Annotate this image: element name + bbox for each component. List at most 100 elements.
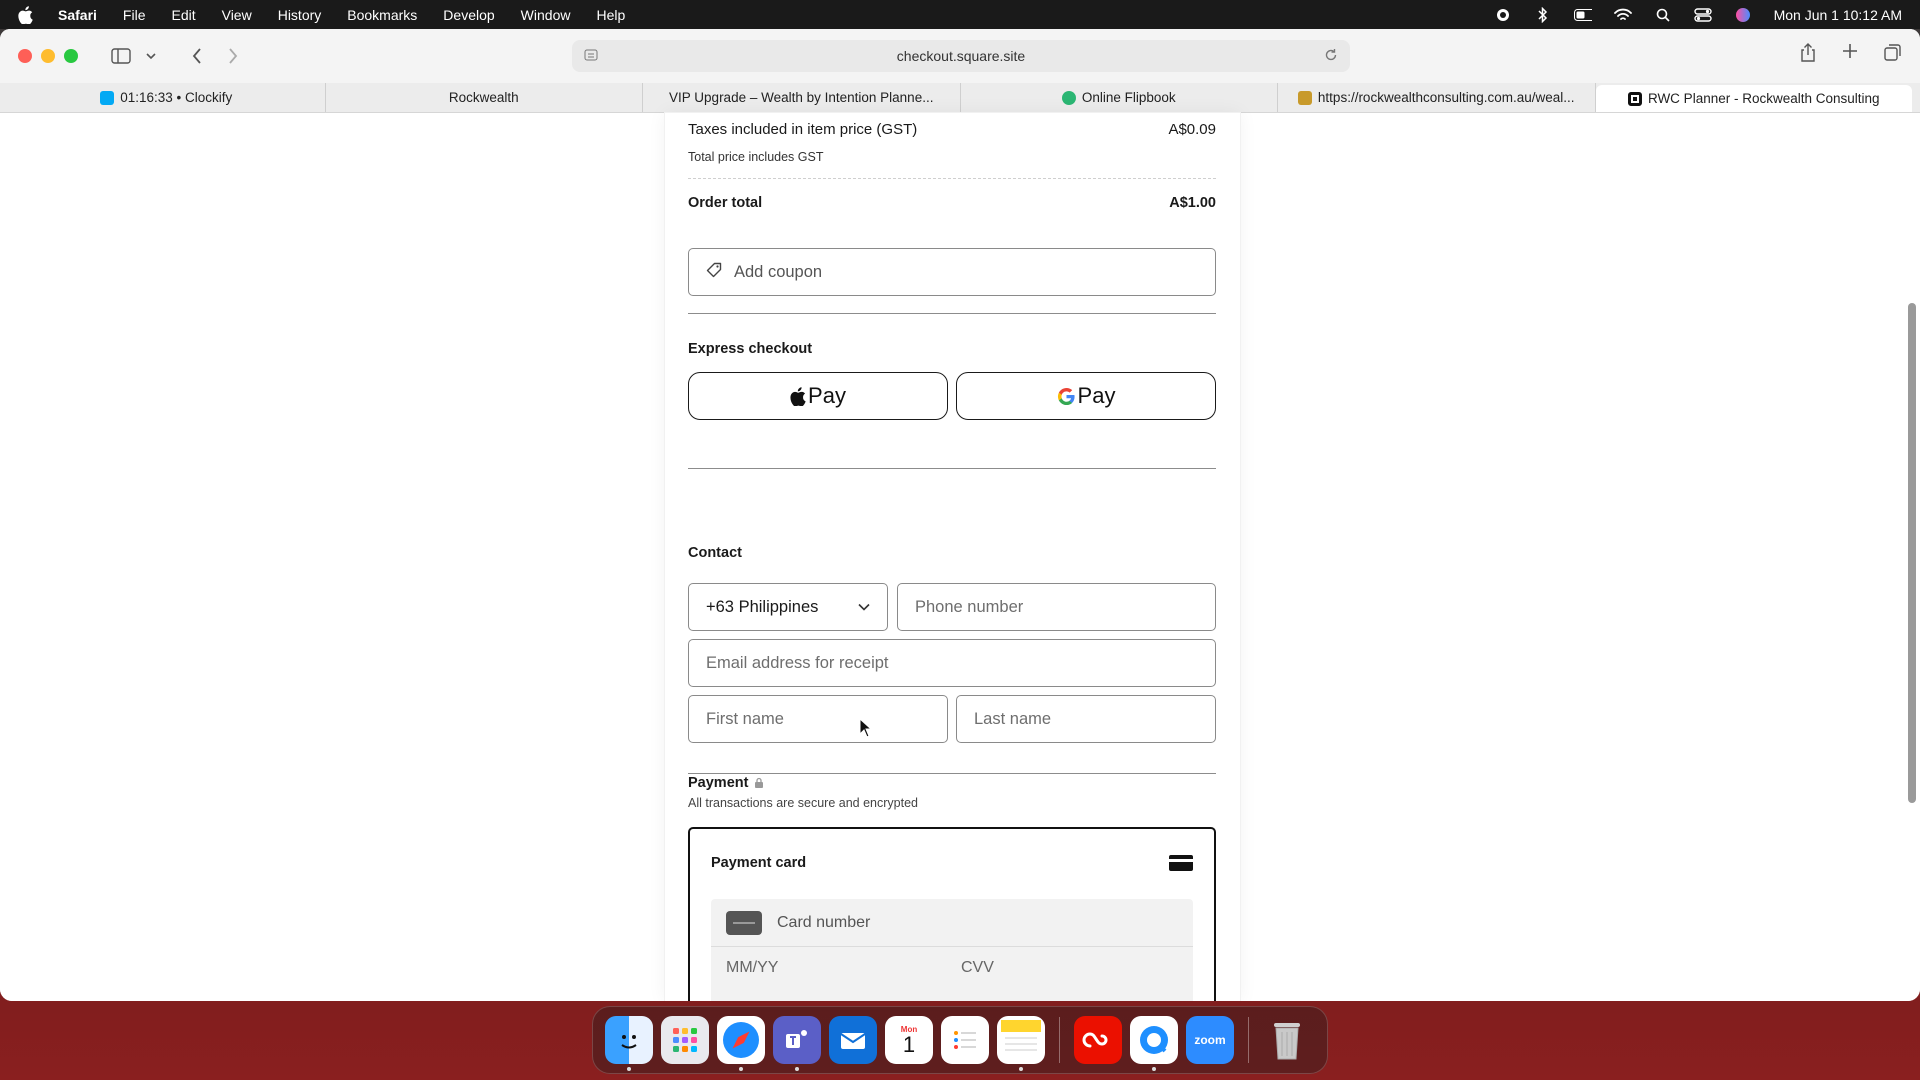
contact-title: Contact bbox=[688, 545, 742, 561]
credit-card-icon bbox=[1168, 853, 1194, 878]
clockify-favicon-icon bbox=[100, 90, 115, 105]
back-button[interactable] bbox=[182, 43, 212, 69]
sidebar-toggle-icon[interactable] bbox=[106, 43, 136, 69]
menu-clock[interactable]: Mon Jun 1 10:12 AM bbox=[1774, 7, 1902, 23]
expiry-input[interactable]: MM/YY bbox=[726, 959, 778, 977]
last-name-input[interactable]: Last name bbox=[956, 695, 1216, 743]
address-bar[interactable]: checkout.square.site bbox=[572, 40, 1350, 72]
apple-pay-button[interactable]: Pay bbox=[688, 372, 948, 420]
tab-rockwealth-url[interactable]: https://rockwealthconsulting.com.au/weal… bbox=[1278, 83, 1596, 112]
trash-icon[interactable] bbox=[1263, 1016, 1311, 1064]
google-logo-icon bbox=[1057, 387, 1076, 406]
reload-icon[interactable] bbox=[1324, 48, 1338, 65]
apple-menu-icon[interactable] bbox=[18, 5, 36, 24]
last-name-placeholder: Last name bbox=[974, 709, 1052, 728]
flipbook-favicon-icon bbox=[1061, 90, 1076, 105]
forward-button[interactable] bbox=[218, 43, 248, 69]
window-controls bbox=[18, 49, 78, 63]
zoom-label: zoom bbox=[1194, 1033, 1226, 1047]
page-settings-icon[interactable] bbox=[584, 48, 598, 65]
finder-icon[interactable] bbox=[605, 1016, 653, 1071]
spotlight-search-icon[interactable] bbox=[1654, 7, 1672, 23]
running-indicator bbox=[739, 1067, 743, 1071]
tax-note: Total price includes GST bbox=[688, 150, 824, 164]
reminders-icon[interactable] bbox=[941, 1016, 989, 1064]
creative-cloud-icon[interactable] bbox=[1074, 1016, 1122, 1064]
launchpad-icon[interactable] bbox=[661, 1016, 709, 1064]
lock-icon bbox=[754, 777, 764, 789]
menu-develop[interactable]: Develop bbox=[443, 7, 494, 23]
menu-help[interactable]: Help bbox=[596, 7, 625, 23]
tax-label: Taxes included in item price (GST) bbox=[688, 121, 918, 138]
new-tab-icon[interactable] bbox=[1842, 43, 1858, 68]
dock-separator bbox=[1248, 1017, 1249, 1063]
order-total-value: A$1.00 bbox=[1169, 195, 1216, 211]
tab-overview-icon[interactable] bbox=[1884, 43, 1902, 68]
tab-label: RWC Planner - Rockwealth Consulting bbox=[1647, 91, 1880, 106]
minimize-window-button[interactable] bbox=[41, 49, 55, 63]
bluetooth-icon[interactable] bbox=[1534, 6, 1552, 23]
battery-icon[interactable] bbox=[1573, 7, 1592, 23]
safari-icon[interactable] bbox=[717, 1016, 765, 1071]
payment-title-row: Payment bbox=[688, 775, 764, 791]
tab-rwc-planner[interactable]: RWC Planner - Rockwealth Consulting bbox=[1595, 85, 1912, 112]
google-pay-button[interactable]: Pay bbox=[956, 372, 1216, 420]
dock: Mon 1 zoom bbox=[592, 1006, 1328, 1074]
menu-window[interactable]: Window bbox=[521, 7, 571, 23]
menu-file[interactable]: File bbox=[123, 7, 146, 23]
add-coupon-button[interactable]: Add coupon bbox=[688, 248, 1216, 296]
express-checkout-title: Express checkout bbox=[688, 341, 813, 357]
tag-icon bbox=[706, 262, 722, 283]
section-divider bbox=[688, 773, 1216, 774]
country-code-select[interactable]: +63 Philippines bbox=[688, 583, 888, 631]
apple-logo-icon bbox=[790, 386, 806, 406]
phone-placeholder: Phone number bbox=[915, 597, 1024, 616]
running-indicator bbox=[795, 1067, 799, 1071]
rwc-favicon-icon bbox=[1627, 91, 1642, 106]
checkout-page: Taxes included in item price (GST) A$0.0… bbox=[0, 113, 1920, 1001]
first-name-input[interactable]: First name bbox=[688, 695, 948, 743]
tab-vip-upgrade[interactable]: VIP Upgrade – Wealth by Intention Planne… bbox=[643, 83, 961, 112]
menu-view[interactable]: View bbox=[222, 7, 252, 23]
calendar-day: 1 bbox=[902, 1031, 916, 1057]
browser-window: checkout.square.site 01:16:33 • Clockify… bbox=[0, 29, 1920, 1001]
tab-label: Rockwealth bbox=[448, 90, 519, 105]
calendar-icon[interactable]: Mon 1 bbox=[885, 1016, 933, 1064]
url-text[interactable]: checkout.square.site bbox=[897, 48, 1025, 64]
tab-label: Online Flipbook bbox=[1081, 90, 1176, 105]
page-scrollbar[interactable] bbox=[1908, 303, 1916, 803]
email-input[interactable]: Email address for receipt bbox=[688, 639, 1216, 687]
browser-toolbar: checkout.square.site bbox=[0, 29, 1920, 83]
cvv-input[interactable]: CVV bbox=[961, 959, 994, 977]
tab-group-chevron-icon[interactable] bbox=[136, 43, 166, 69]
record-icon[interactable] bbox=[1494, 7, 1512, 23]
apple-pay-label: Pay bbox=[808, 383, 846, 408]
order-total-label: Order total bbox=[688, 195, 763, 211]
teams-icon[interactable] bbox=[773, 1016, 821, 1071]
tab-rockwealth[interactable]: Rockwealth bbox=[326, 83, 643, 112]
tab-clockify[interactable]: 01:16:33 • Clockify bbox=[8, 83, 326, 112]
zoom-icon[interactable]: zoom bbox=[1186, 1016, 1234, 1064]
rockwealth-favicon-icon bbox=[1297, 90, 1312, 105]
notes-icon[interactable] bbox=[997, 1016, 1045, 1071]
menu-app-name[interactable]: Safari bbox=[58, 7, 97, 23]
menu-history[interactable]: History bbox=[278, 7, 322, 23]
tax-row: Taxes included in item price (GST) A$0.0… bbox=[688, 121, 1216, 138]
qbittorrent-icon[interactable] bbox=[1130, 1016, 1178, 1071]
dashed-divider bbox=[688, 178, 1216, 179]
menu-edit[interactable]: Edit bbox=[171, 7, 195, 23]
zoom-window-button[interactable] bbox=[64, 49, 78, 63]
menu-bookmarks[interactable]: Bookmarks bbox=[347, 7, 417, 23]
siri-icon[interactable] bbox=[1734, 7, 1752, 23]
outlook-icon[interactable] bbox=[829, 1016, 877, 1064]
payment-card-panel[interactable]: Payment card Card number MM/YY CVV bbox=[688, 827, 1216, 1001]
tab-online-flipbook[interactable]: Online Flipbook bbox=[961, 83, 1278, 112]
close-window-button[interactable] bbox=[18, 49, 32, 63]
share-icon[interactable] bbox=[1800, 43, 1816, 68]
control-center-icon[interactable] bbox=[1693, 7, 1712, 23]
wifi-icon[interactable] bbox=[1613, 7, 1632, 23]
google-pay-label: Pay bbox=[1077, 383, 1116, 408]
phone-number-input[interactable]: Phone number bbox=[897, 583, 1216, 631]
card-number-input[interactable]: Card number bbox=[711, 899, 1193, 947]
section-divider bbox=[688, 468, 1216, 469]
